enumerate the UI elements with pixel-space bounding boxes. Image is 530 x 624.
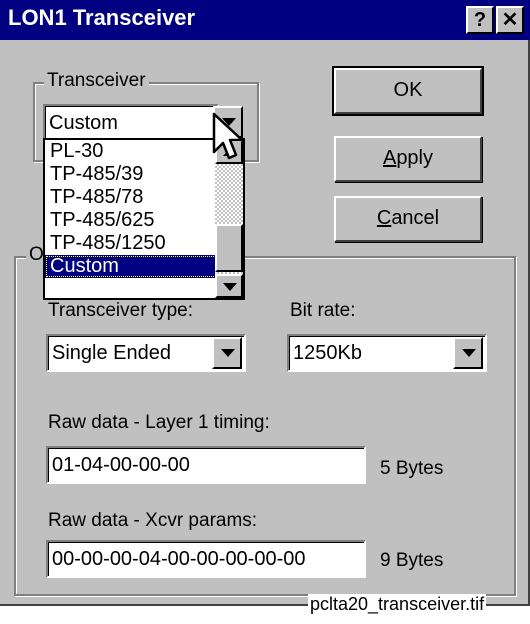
transceiver-type-label: Transceiver type: bbox=[48, 300, 194, 321]
title-bar[interactable]: LON1 Transceiver ? ✕ bbox=[0, 0, 530, 40]
bit-rate-label: Bit rate: bbox=[290, 300, 356, 321]
transceiver-type-dropdown-arrow[interactable] bbox=[212, 337, 242, 369]
mouse-pointer-icon bbox=[212, 112, 244, 160]
xcvr-params-size: 9 Bytes bbox=[380, 550, 444, 571]
layer1-timing-size: 5 Bytes bbox=[380, 458, 444, 479]
close-button[interactable]: ✕ bbox=[496, 6, 524, 34]
transceiver-group-label: Transceiver bbox=[44, 70, 149, 92]
transceiver-select[interactable]: Custom bbox=[43, 104, 219, 140]
list-item[interactable]: TP-485/625 bbox=[45, 209, 243, 232]
layer1-timing-field[interactable]: 01-04-00-00-00 bbox=[46, 446, 366, 484]
image-caption: pclta20_transceiver.tif bbox=[308, 594, 487, 615]
list-item[interactable]: TP-485/1250 bbox=[45, 232, 243, 255]
cancel-accelerator: C bbox=[376, 207, 392, 229]
apply-accelerator: A bbox=[382, 147, 397, 169]
xcvr-params-label: Raw data - Xcvr params: bbox=[48, 510, 258, 531]
scrollbar-thumb[interactable] bbox=[215, 224, 243, 272]
scroll-down-arrow-icon[interactable] bbox=[215, 274, 243, 298]
xcvr-params-field[interactable]: 00-00-00-04-00-00-00-00-00 bbox=[46, 540, 366, 578]
apply-label: pply bbox=[396, 147, 434, 169]
cancel-label: ancel bbox=[391, 207, 440, 229]
layer1-timing-label: Raw data - Layer 1 timing: bbox=[48, 412, 270, 433]
transceiver-dropdown-list[interactable]: PL-30 TP-485/39 TP-485/78 TP-485/625 TP-… bbox=[43, 138, 245, 300]
list-item[interactable]: TP-485/78 bbox=[45, 186, 243, 209]
list-item[interactable]: TP-485/39 bbox=[45, 163, 243, 186]
apply-button[interactable]: Apply bbox=[334, 136, 482, 182]
bit-rate-dropdown-arrow[interactable] bbox=[453, 337, 483, 369]
transceiver-dialog: LON1 Transceiver ? ✕ Transceiver Custom … bbox=[0, 0, 530, 606]
help-button[interactable]: ? bbox=[466, 6, 494, 34]
window-title: LON1 Transceiver bbox=[8, 5, 196, 30]
ok-button[interactable]: OK bbox=[332, 66, 484, 116]
list-item-selected[interactable]: Custom bbox=[45, 255, 243, 278]
cancel-button[interactable]: Cancel bbox=[334, 196, 482, 242]
list-scrollbar[interactable] bbox=[215, 140, 243, 298]
